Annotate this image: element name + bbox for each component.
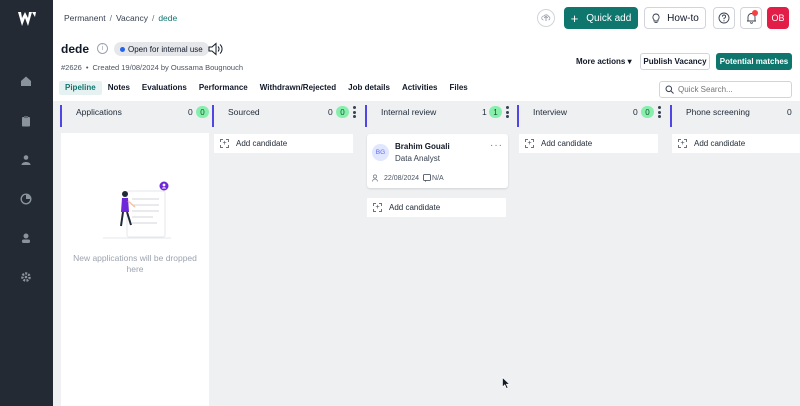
empty-state-text: New applications will be dropped here	[73, 253, 197, 274]
workflow-logo[interactable]	[18, 12, 36, 26]
bell-icon[interactable]	[740, 7, 762, 29]
status-dot	[120, 46, 125, 52]
question-icon[interactable]	[713, 7, 735, 29]
candidate-role: Data Analyst	[395, 154, 440, 163]
applications-dropzone[interactable]: New applications will be dropped here	[61, 133, 209, 406]
tab-withdrawn-rejected[interactable]: Withdrawn/Rejected	[254, 81, 342, 95]
column-name: Internal review	[381, 107, 437, 117]
add-icon: +	[220, 139, 229, 148]
lightbulb-icon	[652, 13, 660, 23]
add-candidate-sourced[interactable]: + Add candidate	[214, 134, 353, 153]
column-count: 0	[328, 107, 333, 117]
clipboard-icon[interactable]	[17, 112, 35, 130]
add-icon: +	[525, 139, 534, 148]
add-candidate-label: Add candidate	[236, 139, 288, 148]
home-icon[interactable]	[17, 72, 35, 90]
column-count: 0	[633, 107, 638, 117]
user-icon[interactable]	[17, 229, 35, 247]
notification-dot	[752, 10, 758, 16]
candidate-card[interactable]: BG Brahim Gouali Data Analyst ··· 22/08/…	[367, 134, 508, 188]
more-horizontal-icon[interactable]: ···	[490, 140, 503, 151]
info-icon[interactable]: i	[97, 43, 108, 54]
potential-matches-button[interactable]: Potential matches	[716, 53, 792, 70]
column-pill: 0	[336, 106, 349, 118]
column-name: Applications	[76, 107, 122, 117]
publish-vacancy-button[interactable]: Publish Vacancy	[640, 53, 710, 70]
tab-job-details[interactable]: Job details	[342, 81, 396, 95]
column-menu-icon[interactable]	[506, 106, 510, 120]
column-name: Phone screening	[686, 107, 750, 117]
column-name: Sourced	[228, 107, 260, 117]
quick-add-button[interactable]: + Quick add	[564, 7, 638, 29]
tab-notes[interactable]: Notes	[102, 81, 136, 95]
person-check-icon	[372, 174, 378, 182]
avatar[interactable]: OB	[767, 7, 789, 29]
column-count: 1	[482, 107, 487, 117]
breadcrumb-current: dede	[158, 13, 178, 23]
candidate-name[interactable]: Brahim Gouali	[395, 142, 450, 151]
score-icon	[423, 174, 431, 182]
page-title: dede	[61, 42, 90, 56]
vacancy-created: Created 19/08/2024 by Oussama Bougnouch	[92, 63, 244, 72]
add-candidate-label: Add candidate	[541, 139, 593, 148]
column-menu-icon[interactable]	[658, 106, 662, 120]
column-menu-icon[interactable]	[353, 106, 357, 120]
cloud-upload-icon[interactable]	[537, 9, 555, 27]
add-candidate-phone-screening[interactable]: + Add candidate	[672, 134, 800, 153]
breadcrumb-vacancy[interactable]: Vacancy	[116, 13, 148, 23]
breadcrumb-separator: /	[151, 13, 155, 23]
vacancy-tabs: Pipeline Notes Evaluations Performance W…	[59, 81, 474, 97]
caret-down-icon: ▾	[627, 57, 632, 66]
search-input[interactable]	[678, 85, 788, 94]
status-badge: Open for internal use	[114, 42, 209, 56]
more-actions-label: More actions	[576, 57, 626, 66]
status-badge-label: Open for internal use	[128, 44, 203, 54]
speaker-icon[interactable]	[207, 40, 225, 58]
breadcrumb-permanent[interactable]: Permanent	[64, 13, 106, 23]
candidate-date: 22/08/2024	[384, 174, 420, 182]
tab-evaluations[interactable]: Evaluations	[136, 81, 193, 95]
tab-pipeline[interactable]: Pipeline	[59, 81, 102, 95]
add-candidate-label: Add candidate	[389, 203, 441, 212]
column-count: 0	[787, 107, 792, 117]
gear-icon[interactable]	[17, 268, 35, 286]
how-to-button[interactable]: How-to	[644, 7, 706, 29]
mouse-cursor-icon	[502, 377, 510, 389]
more-actions-button[interactable]: More actions ▾	[576, 57, 632, 66]
search-icon	[665, 85, 674, 94]
add-candidate-label: Add candidate	[694, 139, 746, 148]
column-name: Interview	[533, 107, 568, 117]
candidate-footer: 22/08/2024 N/A	[372, 174, 444, 182]
pie-chart-icon[interactable]	[17, 190, 35, 208]
empty-state-illustration	[103, 181, 171, 239]
plus-icon: +	[570, 10, 579, 26]
candidate-avatar: BG	[372, 144, 389, 161]
meta-bullet: •	[85, 63, 89, 72]
vacancy-meta: #2626 • Created 19/08/2024 by Oussama Boug…	[61, 63, 243, 72]
vacancy-id: #2626	[61, 63, 82, 72]
quick-add-label: Quick add	[586, 12, 632, 24]
candidate-score: N/A	[432, 174, 444, 182]
column-pill: 1	[489, 106, 502, 118]
sidebar	[0, 0, 53, 406]
quick-search[interactable]	[659, 81, 792, 98]
how-to-label: How-to	[667, 12, 699, 24]
breadcrumb: Permanent / Vacancy / dede	[64, 13, 177, 23]
tab-activities[interactable]: Activities	[396, 81, 444, 95]
topbar: Permanent / Vacancy / dede + Quick add How-t…	[53, 0, 800, 36]
tab-performance[interactable]: Performance	[193, 81, 254, 95]
add-icon: +	[373, 203, 382, 212]
add-candidate-interview[interactable]: + Add candidate	[519, 134, 658, 153]
breadcrumb-separator: /	[109, 13, 112, 23]
add-icon: +	[678, 139, 687, 148]
add-candidate-internal-review[interactable]: + Add candidate	[367, 198, 506, 217]
column-pill: 0	[641, 106, 654, 118]
people-icon[interactable]	[17, 151, 35, 169]
column-count: 0	[188, 107, 193, 117]
column-pill: 0	[196, 106, 209, 118]
tab-files[interactable]: Files	[444, 81, 474, 95]
